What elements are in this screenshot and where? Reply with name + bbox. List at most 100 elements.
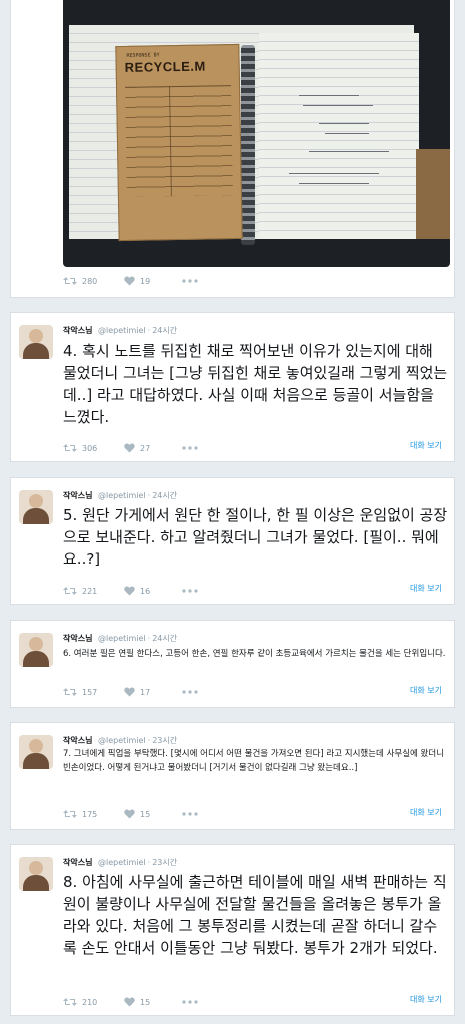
heart-icon [124,586,135,596]
avatar[interactable] [19,325,53,359]
retweet-icon [63,587,77,595]
more-dots-icon [182,589,198,593]
more-button[interactable] [182,589,203,593]
view-conversation-link[interactable]: 대화 보기 [410,583,442,594]
tweet-actions: 306 27 [63,443,229,453]
view-conversation-link[interactable]: 대화 보기 [410,685,442,696]
tag-small-text: RESPONSE BY [126,52,160,59]
tweet-actions: 210 15 [63,997,229,1007]
retweet-button[interactable]: 280 [63,276,98,286]
like-count: 15 [140,997,151,1007]
tweet-actions: 280 19 [63,276,229,286]
more-button[interactable] [182,812,203,816]
tweet-card[interactable]: 작악스님 @lepetimiel · 24시간 6. 여러분 필은 연필 한다스, … [10,620,455,708]
notebook-right-page [259,33,419,239]
retweet-count: 175 [82,809,98,819]
heart-icon [124,443,135,453]
like-button[interactable]: 15 [124,809,156,819]
tweet-time[interactable]: 23시간 [152,736,177,745]
tweet-actions: 175 15 [63,809,229,819]
author-handle[interactable]: @lepetimiel [98,736,146,745]
author-handle[interactable]: @lepetimiel [98,858,146,867]
like-button[interactable]: 27 [124,443,156,453]
like-count: 16 [140,586,151,596]
recycle-tag: RESPONSE BY RECYCLE.M [115,43,243,242]
avatar[interactable] [19,735,53,769]
retweet-button[interactable]: 175 [63,809,98,819]
like-count: 17 [140,687,151,697]
more-dots-icon [182,279,198,283]
tweet-meta: 작악스님 @lepetimiel · 23시간 [63,736,178,745]
tweet-actions: 221 16 [63,586,229,596]
retweet-count: 221 [82,586,98,596]
more-button[interactable] [182,690,203,694]
tweet-text: 4. 혹시 노트를 뒤집힌 채로 찍어보낸 이유가 있는지에 대해 물었더니 그… [63,342,448,426]
retweet-count: 157 [82,687,98,697]
retweet-count: 280 [82,276,98,286]
heart-icon [124,687,135,697]
author-name[interactable]: 작악스님 [63,326,92,335]
retweet-count: 306 [82,443,98,453]
tweet-text: 6. 여러분 필은 연필 한다스, 고등어 한손, 연필 한자루 같이 초등교육… [63,649,446,659]
retweet-icon [63,810,77,818]
retweet-button[interactable]: 210 [63,997,98,1007]
tweet-card[interactable]: 작악스님 @lepetimiel · 24시간 4. 혹시 노트를 뒤집힌 채로 찍… [10,312,455,462]
avatar[interactable] [19,490,53,524]
tweet-photo[interactable]: RESPONSE BY RECYCLE.M 그뤂이 [63,0,450,267]
tweet-time[interactable]: 24시간 [152,634,177,643]
like-button[interactable]: 17 [124,687,156,697]
tweet-card[interactable]: 작악스님 @lepetimiel · 23시간 8. 아침에 사무실에 출근하면 테… [10,844,455,1016]
tweet-meta: 작악스님 @lepetimiel · 24시간 [63,634,178,643]
avatar[interactable] [19,857,53,891]
heart-icon [124,809,135,819]
tag-brand-text: RECYCLE.M [124,58,206,75]
tweet-meta: 작악스님 @lepetimiel · 24시간 [63,326,178,335]
tweet-time[interactable]: 24시간 [152,491,177,500]
more-dots-icon [182,690,198,694]
author-handle[interactable]: @lepetimiel [98,634,146,643]
tweet-meta: 작악스님 @lepetimiel · 23시간 [63,858,178,867]
avatar[interactable] [19,633,53,667]
more-button[interactable] [182,446,203,450]
author-name[interactable]: 작악스님 [63,736,92,745]
retweet-button[interactable]: 157 [63,687,98,697]
retweet-button[interactable]: 306 [63,443,98,453]
retweet-icon [63,998,77,1006]
heart-icon [124,997,135,1007]
tweet-card[interactable]: 작악스님 @lepetimiel · 24시간 5. 원단 가게에서 원단 한 절이… [10,477,455,605]
view-conversation-link[interactable]: 대화 보기 [410,807,442,818]
tweet-text: 5. 원단 가게에서 원단 한 절이나, 한 필 이상은 운임없이 공장으로 보… [63,506,448,568]
retweet-button[interactable]: 221 [63,586,98,596]
tweet-time[interactable]: 23시간 [152,858,177,867]
heart-icon [124,276,135,286]
tweet-time[interactable]: 24시간 [152,326,177,335]
notebook-image: RESPONSE BY RECYCLE.M 그뤂이 [69,25,419,267]
spiral-binding [241,45,255,245]
tweet-card[interactable]: 작악스님 @lepetimiel · 23시간 7. 그녀에게 픽업을 부탁했다. … [10,722,455,830]
more-dots-icon [182,812,198,816]
tweet-meta: 작악스님 @lepetimiel · 24시간 [63,491,178,500]
view-conversation-link[interactable]: 대화 보기 [410,994,442,1005]
author-name[interactable]: 작악스님 [63,491,92,500]
like-count: 27 [140,443,151,453]
more-dots-icon [182,446,198,450]
retweet-icon [63,444,77,452]
photo-tweet-card: RESPONSE BY RECYCLE.M 그뤂이 280 19 [10,0,455,298]
like-button[interactable]: 15 [124,997,156,1007]
author-handle[interactable]: @lepetimiel [98,491,146,500]
like-button[interactable]: 16 [124,586,156,596]
desk-edge [416,149,450,239]
like-button[interactable]: 19 [124,276,156,286]
more-button[interactable] [182,1000,203,1004]
tweet-text: 8. 아침에 사무실에 출근하면 테이블에 매일 새벽 판매하는 직원이 불량이… [63,873,447,957]
author-name[interactable]: 작악스님 [63,858,92,867]
author-handle[interactable]: @lepetimiel [98,326,146,335]
retweet-count: 210 [82,997,98,1007]
tweet-actions: 157 17 [63,687,229,697]
author-name[interactable]: 작악스님 [63,634,92,643]
like-count: 19 [140,276,151,286]
like-count: 15 [140,809,151,819]
retweet-icon [63,277,77,285]
view-conversation-link[interactable]: 대화 보기 [410,440,442,451]
more-button[interactable] [182,279,203,283]
